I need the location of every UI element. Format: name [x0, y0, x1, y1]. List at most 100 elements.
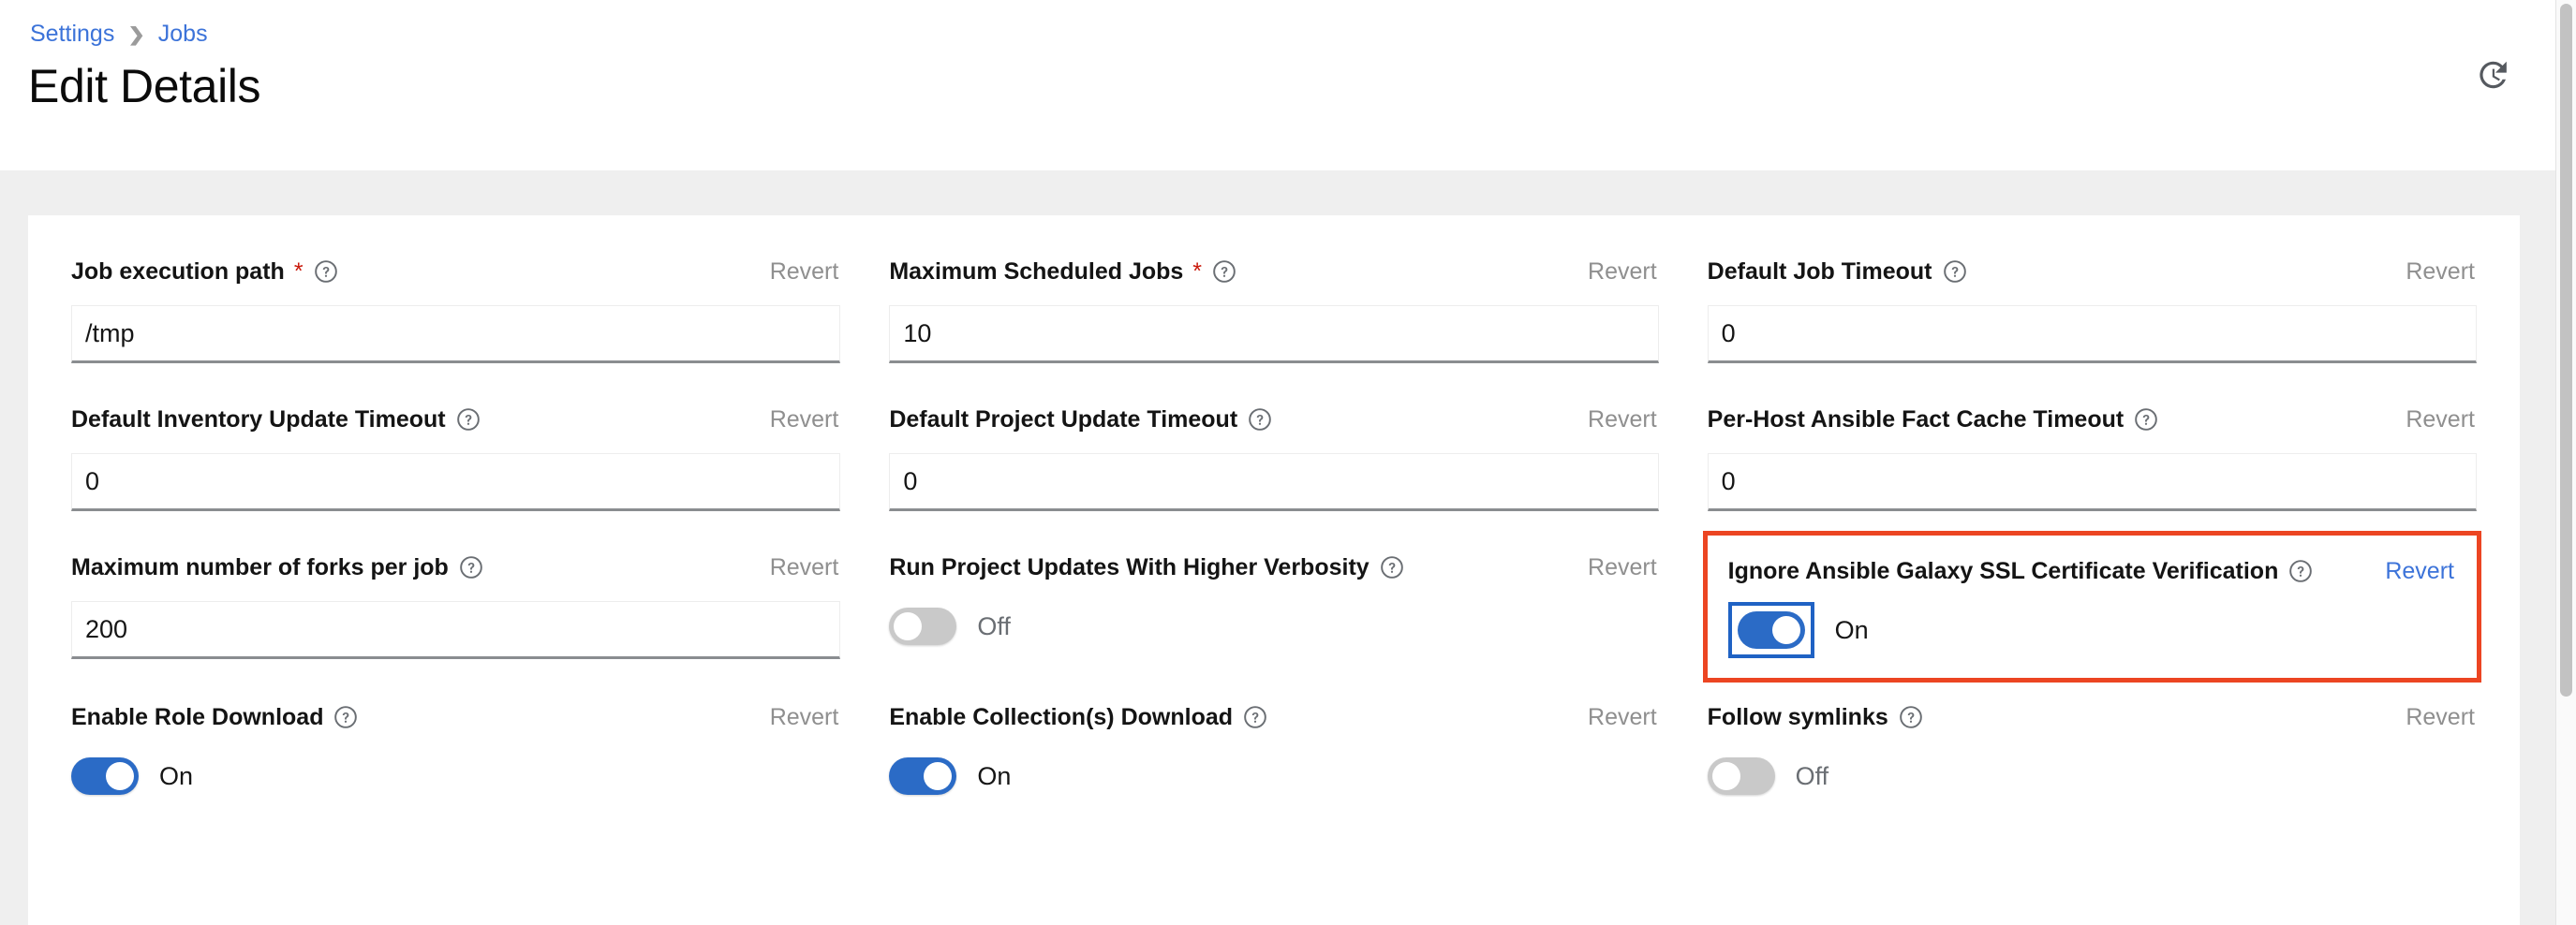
- field-maximum-number-of-forks-per-job: Maximum number of forks per job Revert: [71, 536, 841, 678]
- history-icon[interactable]: [2465, 49, 2518, 101]
- toggle-knob: [1771, 616, 1800, 644]
- field-run-project-updates-with-higher-verbosity: Run Project Updates With Higher Verbosit…: [889, 536, 1658, 678]
- switch-row: On: [889, 753, 1658, 800]
- revert-link-job-execution-path[interactable]: Revert: [770, 259, 841, 284]
- toggle-knob: [1711, 762, 1740, 790]
- revert-link-ignore-ansible-galaxy-ssl-certificate-verification[interactable]: Revert: [2385, 559, 2456, 583]
- switch-row: On: [1727, 602, 2456, 658]
- field-label: Enable Collection(s) Download: [889, 703, 1234, 730]
- field-label: Run Project Updates With Higher Verbosit…: [889, 553, 1369, 580]
- toggle-enable-collections-download[interactable]: [889, 757, 957, 795]
- revert-link-maximum-scheduled-jobs[interactable]: Revert: [1588, 259, 1659, 284]
- toggle-state-label: Off: [977, 611, 1011, 640]
- field-label: Per-Host Ansible Fact Cache Timeout: [1707, 405, 2124, 433]
- switch-row: Off: [1707, 753, 2477, 800]
- toggle-focus-ring: [1727, 602, 1814, 658]
- field-header: Run Project Updates With Higher Verbosit…: [889, 549, 1658, 586]
- field-inner: Enable Collection(s) Download Revert On: [889, 685, 1658, 816]
- field-inner: Job execution path * Revert: [71, 240, 841, 380]
- toggle-run-project-updates-with-higher-verbosity[interactable]: [889, 608, 957, 645]
- input-per-host-ansible-fact-cache-timeout[interactable]: [1707, 453, 2477, 511]
- help-icon[interactable]: [459, 555, 483, 580]
- field-header: Default Job Timeout Revert: [1708, 253, 2477, 290]
- field-label: Default Inventory Update Timeout: [71, 405, 446, 433]
- page-title: Edit Details: [28, 60, 261, 112]
- toggle-state-label: On: [977, 761, 1012, 790]
- page-scrollbar-thumb[interactable]: [2560, 4, 2572, 697]
- input-maximum-scheduled-jobs[interactable]: [889, 305, 1659, 363]
- help-icon[interactable]: [1243, 705, 1267, 729]
- field-inner: Run Project Updates With Higher Verbosit…: [889, 536, 1658, 667]
- help-icon[interactable]: [2134, 407, 2158, 432]
- settings-form-grid: Job execution path*RevertMaximum Schedul…: [71, 240, 2481, 824]
- required-asterisk-icon: *: [1192, 257, 1203, 285]
- field-maximum-scheduled-jobs: Maximum Scheduled Jobs * Revert: [889, 240, 1659, 380]
- field-inner: Maximum Scheduled Jobs * Revert: [889, 240, 1659, 380]
- help-icon[interactable]: [456, 407, 481, 432]
- input-default-project-update-timeout[interactable]: [889, 453, 1659, 511]
- page-scrollbar[interactable]: [2555, 0, 2576, 925]
- field-inner: Default Job Timeout Revert: [1707, 240, 2477, 380]
- field-enable-role-download: Enable Role Download Revert On: [71, 685, 840, 816]
- field-inner: Per-Host Ansible Fact Cache Timeout Rever…: [1707, 388, 2477, 528]
- input-default-job-timeout[interactable]: [1707, 305, 2477, 363]
- field-header: Default Inventory Update Timeout Revert: [71, 401, 840, 438]
- toggle-knob: [894, 612, 923, 640]
- field-default-inventory-update-timeout: Default Inventory Update Timeout Revert: [71, 388, 841, 528]
- field-inner: Maximum number of forks per job Revert: [71, 536, 841, 676]
- field-header: Per-Host Ansible Fact Cache Timeout Rever…: [1708, 401, 2477, 438]
- toggle-state-label: On: [159, 761, 194, 790]
- content-area: Job execution path*RevertMaximum Schedul…: [0, 170, 2576, 925]
- switch-row: On: [71, 753, 840, 800]
- toggle-follow-symlinks[interactable]: [1707, 757, 1775, 795]
- revert-link-maximum-number-of-forks-per-job[interactable]: Revert: [770, 555, 841, 580]
- revert-link-default-job-timeout[interactable]: Revert: [2406, 259, 2477, 284]
- field-job-execution-path: Job execution path * Revert: [71, 240, 841, 380]
- help-icon[interactable]: [1899, 705, 1923, 729]
- field-default-job-timeout: Default Job Timeout Revert: [1707, 240, 2477, 380]
- revert-link-run-project-updates-with-higher-verbosity[interactable]: Revert: [1588, 555, 1659, 580]
- revert-link-per-host-ansible-fact-cache-timeout[interactable]: Revert: [2406, 407, 2477, 432]
- revert-link-default-inventory-update-timeout[interactable]: Revert: [770, 407, 841, 432]
- help-icon[interactable]: [314, 259, 338, 284]
- toggle-enable-role-download[interactable]: [71, 757, 139, 795]
- field-header: Job execution path * Revert: [71, 253, 840, 290]
- field-label: Default Project Update Timeout: [889, 405, 1238, 433]
- revert-link-enable-collections-download[interactable]: Revert: [1588, 705, 1659, 729]
- revert-link-default-project-update-timeout[interactable]: Revert: [1588, 407, 1659, 432]
- field-follow-symlinks: Follow symlinks Revert Off: [1707, 685, 2477, 816]
- field-inner: Follow symlinks Revert Off: [1707, 685, 2477, 816]
- field-ignore-ansible-galaxy-ssl-certificate-verification: Ignore Ansible Galaxy SSL Certificate Ve…: [1702, 531, 2481, 683]
- field-inner: Default Inventory Update Timeout Revert: [71, 388, 841, 528]
- switch-row: Off: [889, 603, 1658, 650]
- breadcrumb-item-jobs[interactable]: Jobs: [158, 22, 208, 46]
- settings-card: Job execution path*RevertMaximum Schedul…: [28, 215, 2520, 925]
- revert-link-follow-symlinks[interactable]: Revert: [2406, 705, 2477, 729]
- help-icon[interactable]: [2288, 559, 2313, 583]
- help-icon[interactable]: [1943, 259, 1967, 284]
- field-label: Maximum Scheduled Jobs: [889, 257, 1184, 285]
- field-default-project-update-timeout: Default Project Update Timeout Revert: [889, 388, 1659, 528]
- breadcrumb-item-settings[interactable]: Settings: [30, 22, 114, 46]
- revert-link-enable-role-download[interactable]: Revert: [770, 705, 841, 729]
- input-default-inventory-update-timeout[interactable]: [71, 453, 841, 511]
- toggle-state-label: Off: [1795, 761, 1829, 790]
- input-job-execution-path[interactable]: [71, 305, 841, 363]
- field-label: Follow symlinks: [1707, 703, 1888, 730]
- field-per-host-ansible-fact-cache-timeout: Per-Host Ansible Fact Cache Timeout Rever…: [1707, 388, 2477, 528]
- page-header: Settings ❯ Jobs Edit Details: [0, 0, 2576, 170]
- help-icon[interactable]: [1212, 259, 1236, 284]
- field-label: Enable Role Download: [71, 703, 324, 730]
- chevron-right-icon: ❯: [127, 22, 145, 45]
- field-header: Maximum Scheduled Jobs * Revert: [889, 253, 1658, 290]
- toggle-ignore-ansible-galaxy-ssl-certificate-verification[interactable]: [1737, 611, 1805, 649]
- field-label: Ignore Ansible Galaxy SSL Certificate Ve…: [1727, 557, 2279, 584]
- help-icon[interactable]: [1248, 407, 1272, 432]
- field-label: Job execution path: [71, 257, 285, 285]
- input-maximum-number-of-forks-per-job[interactable]: [71, 601, 841, 659]
- required-asterisk-icon: *: [293, 257, 303, 285]
- field-header: Follow symlinks Revert: [1708, 698, 2477, 736]
- help-icon[interactable]: [1380, 555, 1404, 580]
- help-icon[interactable]: [333, 705, 358, 729]
- field-header: Enable Role Download Revert: [71, 698, 840, 736]
